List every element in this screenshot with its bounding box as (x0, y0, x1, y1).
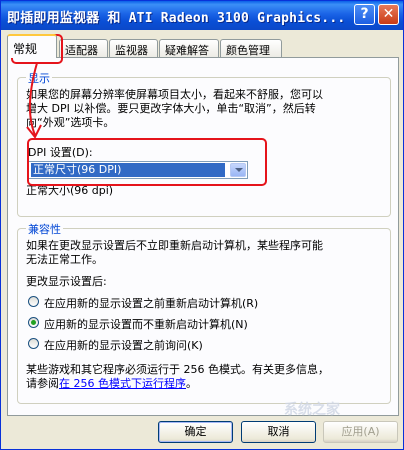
annotation-highlight-dpi (27, 138, 267, 186)
footer-suffix: 。 (186, 377, 197, 390)
tab-panel-general: 显示 如果您的屏幕分辨率使屏幕项目太小，看起来不舒服，您可以 增大 DPI 以补… (7, 57, 399, 416)
radio-label: 应用新的显示设置而不重新启动计算机(N) (44, 318, 248, 331)
tab-monitor[interactable]: 监视器 (109, 39, 158, 57)
window-title: 即插即用监视器 和 ATI Radeon 3100 Graphics... (7, 11, 346, 26)
tab-color-management[interactable]: 颜色管理 (220, 39, 282, 57)
radio-ask-before-apply[interactable]: 在应用新的显示设置之前询问(K) (28, 338, 328, 352)
display-description-line: 增大 DPI 以补偿。要只更改字体大小，单击“取消”，然后转 (26, 102, 316, 115)
annotation-arrow-icon (26, 62, 42, 139)
radio-label: 在应用新的显示设置之前询问(K) (44, 339, 203, 352)
compatibility-group-title: 兼容性 (26, 221, 63, 237)
radio-label: 在应用新的显示设置之前重新启动计算机(R) (44, 297, 259, 310)
cancel-button[interactable]: 取消 (241, 421, 316, 443)
radio-button[interactable] (28, 296, 39, 307)
radio-button[interactable] (28, 338, 39, 349)
compatibility-group: 兼容性 如果在更改显示设置后不立即重新启动计算机，某些程序可能 无法正常工作。 … (17, 221, 391, 404)
compat-description-line: 如果在更改显示设置后不立即重新启动计算机，某些程序可能 (26, 239, 323, 252)
close-button[interactable]: ✕ (378, 4, 399, 25)
dialog-window: 即插即用监视器 和 ATI Radeon 3100 Graphics... ? … (0, 0, 404, 450)
256-color-mode-link[interactable]: 在 256 色模式下运行程序 (59, 377, 186, 390)
help-button[interactable]: ? (354, 4, 375, 25)
tab-general[interactable]: 常规 (7, 34, 57, 58)
apply-button[interactable]: 应用(A) (323, 421, 398, 443)
compat-footer-line: 某些游戏和其它程序必须运行于 256 色模式。有关更多信息， (26, 363, 329, 376)
compat-footer-help: 请参阅在 256 色模式下运行程序。 (26, 377, 197, 391)
dpi-note: 正常大小(96 dpi) (26, 184, 114, 197)
tab-adapter[interactable]: 适配器 (59, 39, 108, 57)
watermark-logo: 系统之家 (284, 402, 340, 418)
radio-button-checked[interactable] (28, 317, 39, 328)
tab-troubleshoot[interactable]: 疑难解答 (159, 39, 219, 57)
radio-restart-before-apply[interactable]: 在应用新的显示设置之前重新启动计算机(R) (28, 296, 328, 310)
title-bar[interactable]: 即插即用监视器 和 ATI Radeon 3100 Graphics... ? … (1, 1, 403, 30)
after-change-label: 更改显示设置后: (26, 275, 107, 288)
footer-prefix: 请参阅 (26, 377, 59, 390)
ok-button[interactable]: 确定 (158, 421, 233, 443)
display-description-line: 如果您的屏幕分辨率使屏幕项目太小，看起来不舒服，您可以 (26, 88, 323, 101)
compat-description-line: 无法正常工作。 (26, 253, 103, 266)
tab-strip: 常规 适配器 监视器 疑难解答 颜色管理 (7, 34, 399, 58)
radio-apply-without-restart[interactable]: 应用新的显示设置而不重新启动计算机(N) (28, 317, 328, 331)
